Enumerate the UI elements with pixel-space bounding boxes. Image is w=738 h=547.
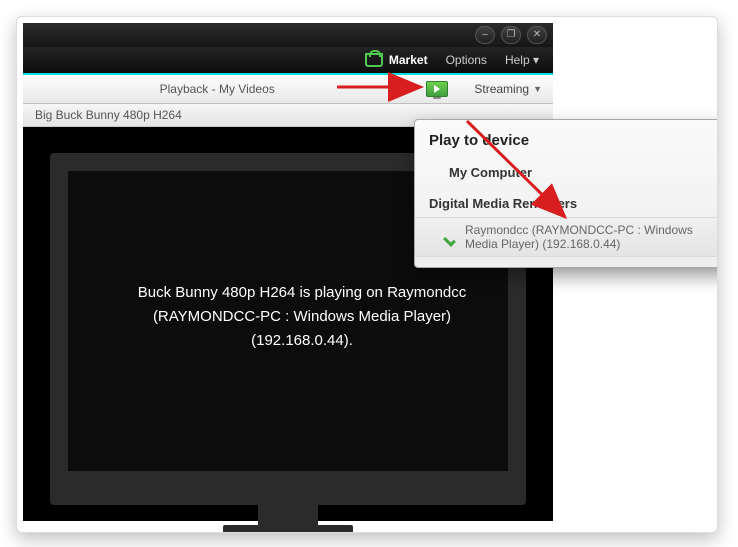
help-label: Help	[505, 53, 530, 67]
market-menu[interactable]: Market	[365, 53, 428, 67]
minimize-button[interactable]: –	[475, 26, 495, 44]
streaming-menu-button[interactable]: Streaming ▼	[465, 78, 551, 100]
restore-button[interactable]: ❐	[501, 26, 521, 44]
toolbar: Playback - My Videos Streaming ▼	[23, 75, 553, 104]
basket-icon	[365, 53, 383, 67]
titlebar: – ❐ ✕	[23, 23, 553, 47]
renderer-label: Raymondcc (RAYMONDCC-PC : Windows Media …	[465, 223, 718, 251]
close-button[interactable]: ✕	[527, 26, 547, 44]
checkmark-icon	[445, 230, 459, 244]
streaming-label: Streaming	[474, 82, 529, 96]
market-label: Market	[389, 53, 428, 67]
media-player-window: – ❐ ✕ Market Options Help ▾ Playback - M…	[23, 23, 553, 521]
window-controls: – ❐ ✕	[475, 26, 547, 44]
status-line-2: (RAYMONDCC-PC : Windows Media Player)	[27, 305, 577, 329]
play-to-device-dropdown: Play to device My Computer Digital Media…	[414, 119, 718, 268]
play-to-device-button[interactable]	[413, 78, 461, 100]
playback-status-text: Buck Bunny 480p H264 is playing on Raymo…	[27, 281, 577, 353]
app-window-frame: – ❐ ✕ Market Options Help ▾ Playback - M…	[16, 16, 718, 533]
status-line-3: (192.168.0.44).	[27, 329, 577, 353]
status-line-1: Buck Bunny 480p H264 is playing on Raymo…	[27, 281, 577, 305]
breadcrumb: Playback - My Videos	[23, 82, 411, 96]
dropdown-title: Play to device	[415, 130, 718, 157]
options-menu[interactable]: Options	[446, 53, 487, 67]
dropdown-item-my-computer[interactable]: My Computer	[415, 157, 718, 188]
dropdown-item-renderer[interactable]: Raymondcc (RAYMONDCC-PC : Windows Media …	[415, 217, 718, 257]
chevron-down-icon: ▼	[533, 84, 542, 94]
monitor-play-icon	[426, 81, 448, 97]
dropdown-section-renderers: Digital Media Renderers	[415, 188, 718, 217]
help-menu[interactable]: Help ▾	[505, 53, 539, 67]
track-title: Big Buck Bunny 480p H264	[35, 108, 182, 122]
menubar: Market Options Help ▾	[23, 47, 553, 75]
chevron-down-icon: ▾	[533, 53, 539, 67]
